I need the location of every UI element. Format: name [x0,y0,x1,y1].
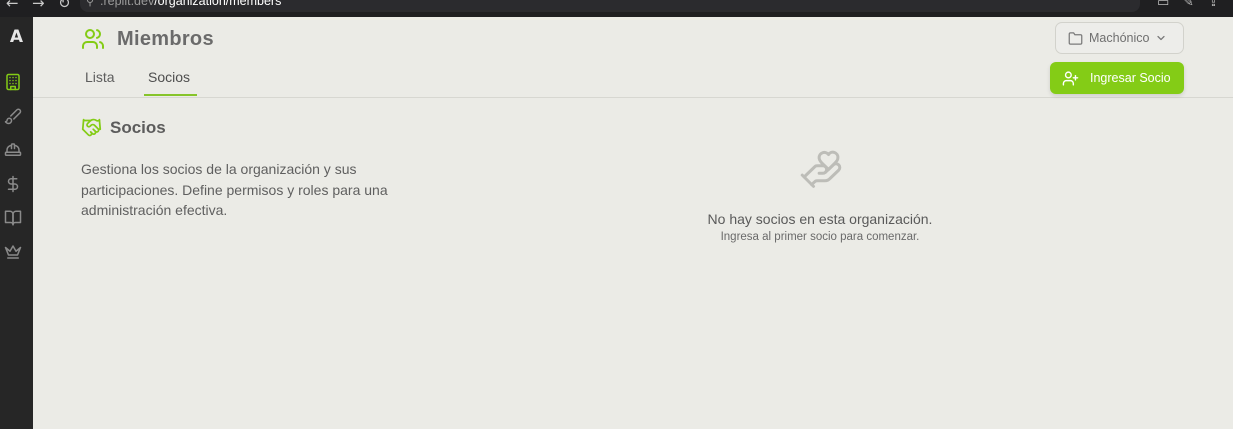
forward-icon[interactable]: → [32,0,45,12]
book-icon [4,210,22,226]
sidebar-item-hardhat[interactable] [4,141,22,159]
page-header: Miembros [81,27,214,51]
section-title: Socios [110,117,166,137]
sidebar: A [0,17,33,429]
empty-state-subtitle: Ingresa al primer socio para comenzar. [720,231,920,243]
empty-state-icon-wrap [797,147,845,192]
chevron-down-icon [1157,35,1166,41]
crown-icon [4,245,22,259]
brush-icon [4,108,22,125]
tab-lista[interactable]: Lista [85,69,115,85]
dollar-icon [7,175,19,193]
hardhat-icon [4,143,22,156]
sidebar-item-building[interactable] [4,73,22,91]
cast-icon[interactable]: ▭ [1157,0,1169,10]
back-icon[interactable]: ← [6,0,19,12]
active-tab-indicator [144,94,197,96]
organization-selector-label: Machónico [1089,31,1150,45]
sidebar-item-book[interactable] [4,209,22,227]
sidebar-item-crown[interactable] [4,243,22,261]
app-logo[interactable]: A [0,27,33,47]
add-partner-button-label: Ingresar Socio [1090,71,1171,85]
folder-icon [1068,31,1083,45]
sidebar-item-brush[interactable] [4,107,22,125]
header-divider [33,97,1233,98]
building-icon [6,73,20,91]
users-icon [82,29,104,49]
site-info-icon[interactable]: ⚲ [86,0,94,8]
section-description: Gestiona los socios de la organización y… [81,161,388,218]
address-bar-url[interactable]: .replit.dev/organization/members [100,0,281,8]
hand-heart-icon [800,150,842,188]
user-plus-icon [1062,70,1079,86]
organization-selector[interactable]: Machónico [1055,22,1184,54]
sidebar-item-finance[interactable] [4,175,22,193]
reload-icon[interactable]: ↻ [58,0,71,12]
add-partner-button[interactable]: Ingresar Socio [1050,62,1184,94]
empty-state-title: No hay socios en esta organización. [707,211,933,227]
extensions-icon[interactable]: ✎ [1183,0,1194,10]
share-icon[interactable]: ⇪ [1208,0,1219,10]
browser-toolbar: ← → ↻ ⚲ .replit.dev/organization/members… [0,0,1233,17]
handshake-icon [81,118,102,137]
page-title: Miembros [117,27,214,50]
tab-socios[interactable]: Socios [148,69,190,85]
section-header: Socios [81,117,166,138]
